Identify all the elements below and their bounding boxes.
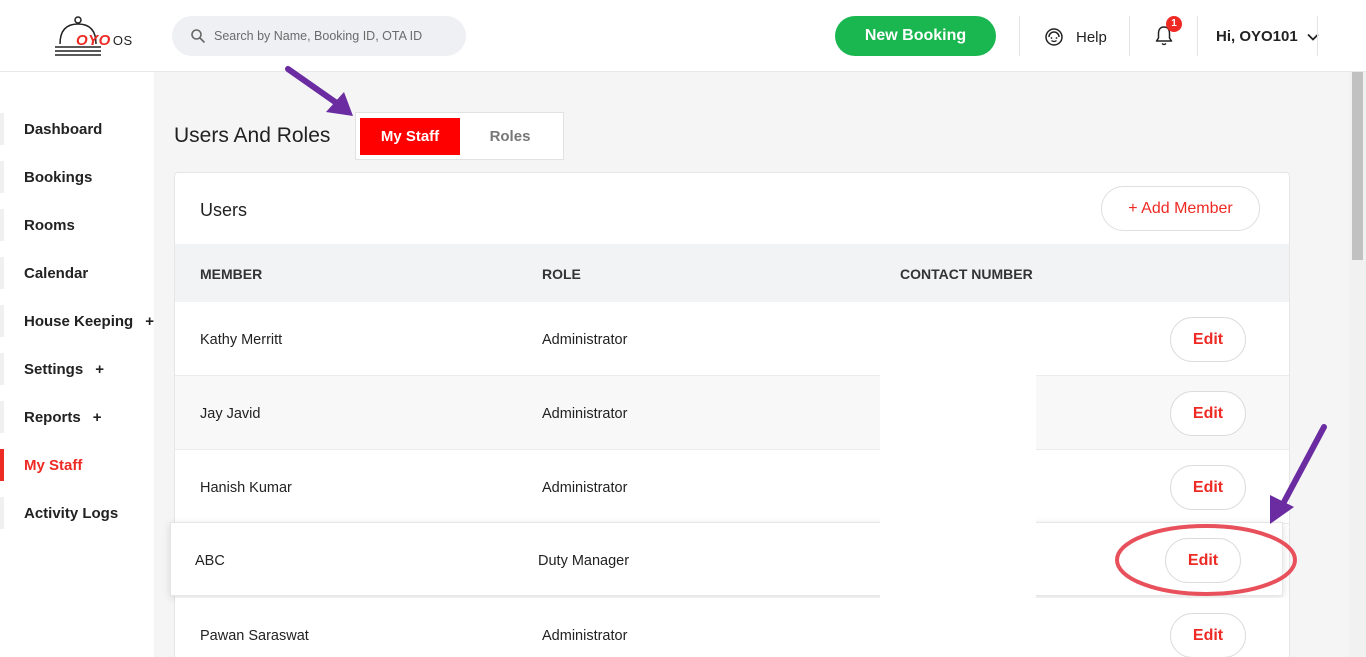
sidebar-item-bookings[interactable]: Bookings [0,159,154,195]
expand-plus-icon[interactable]: + [95,361,104,378]
member-name: ABC [195,553,225,569]
sidebar-item-label: House Keeping [24,312,134,330]
expand-plus-icon[interactable]: + [145,313,154,330]
column-header-contact: CONTACT NUMBER [900,266,1033,282]
edit-button[interactable]: Edit [1170,317,1246,362]
contact-number-column [880,302,1036,657]
logo-wordmark: OYO OS [76,32,133,49]
new-booking-button[interactable]: New Booking [835,16,996,56]
table-header [175,244,1289,302]
logo-brand: OYO [76,32,111,49]
search-icon [191,29,205,43]
search-input[interactable] [214,16,454,56]
divider [1129,16,1130,56]
sidebar-item-rooms[interactable]: Rooms [0,207,154,243]
help-link[interactable]: Help [1042,24,1107,50]
sidebar-item-reports[interactable]: Reports + [0,399,154,435]
divider [1019,16,1020,56]
sidebar-item-activity-logs[interactable]: Activity Logs [0,495,154,531]
sidebar-item-dashboard[interactable]: Dashboard [0,111,154,147]
edit-button[interactable]: Edit [1170,465,1246,510]
sidebar-item-label: Bookings [24,168,93,186]
tab-my-staff[interactable]: My Staff [360,118,460,155]
sidebar-item-house-keeping[interactable]: House Keeping + [0,303,154,339]
sidebar-item-settings[interactable]: Settings + [0,351,154,387]
member-name: Kathy Merritt [200,332,283,348]
page-scrollbar[interactable] [1349,72,1366,657]
table-row: Hanish Kumar Administrator Edit [175,450,1289,524]
notification-badge: 1 [1166,16,1182,32]
sidebar-item-label: Settings [24,360,84,378]
member-role: Administrator [542,332,628,348]
top-bar: OYOOS New Booking Help 1 Hi, OYO101 [0,0,1366,72]
member-name: Pawan Saraswat [200,628,309,644]
users-card-title: Users [200,200,248,220]
user-menu[interactable]: Hi, OYO101 [1216,28,1320,45]
edit-button[interactable]: Edit [1170,391,1246,436]
logo-suffix: OS [112,33,133,48]
member-role: Administrator [542,406,628,422]
edit-button[interactable]: Edit [1165,538,1241,583]
member-role: Administrator [542,480,628,496]
member-role: Duty Manager [538,553,630,569]
table-row: Pawan Saraswat Administrator Edit [175,598,1289,657]
member-name: Jay Javid [200,406,261,422]
sidebar-item-label: Dashboard [24,120,103,138]
column-header-member: MEMBER [200,266,263,282]
edit-button[interactable]: Edit [1170,613,1246,657]
tab-roles[interactable]: Roles [460,118,560,155]
sidebar-item-calendar[interactable]: Calendar [0,255,154,291]
oyo-os-logo[interactable]: OYO OS [52,14,134,58]
member-name: Hanish Kumar [200,480,292,496]
member-role: Administrator [542,628,628,644]
page-title: Users And Roles [174,124,331,147]
user-greeting: Hi, OYO101 [1216,28,1298,45]
sidebar-item-label: Activity Logs [24,504,119,522]
table-row: Kathy Merritt Administrator Edit [175,302,1289,376]
annotation-arrow-my-staff [285,66,353,116]
headset-icon [1045,28,1063,46]
table-row-hovered: ABC Duty Manager Edit [170,522,1283,596]
sidebar-item-label: Rooms [24,216,75,234]
sidebar-item-label: My Staff [24,456,83,474]
scrollbar-thumb[interactable] [1352,72,1363,260]
add-member-button[interactable]: + Add Member [1101,186,1260,231]
sidebar-item-my-staff[interactable]: My Staff [0,447,154,483]
help-label: Help [1076,28,1107,46]
expand-plus-icon[interactable]: + [93,409,102,426]
column-header-role: ROLE [542,266,581,282]
table-row: Jay Javid Administrator Edit [175,376,1289,450]
search-box[interactable] [172,16,466,56]
tab-bar: My Staff Roles [355,112,564,160]
divider [1197,16,1198,56]
sidebar-item-label: Calendar [24,264,89,282]
divider [1317,16,1318,56]
sidebar-item-label: Reports [24,408,81,426]
